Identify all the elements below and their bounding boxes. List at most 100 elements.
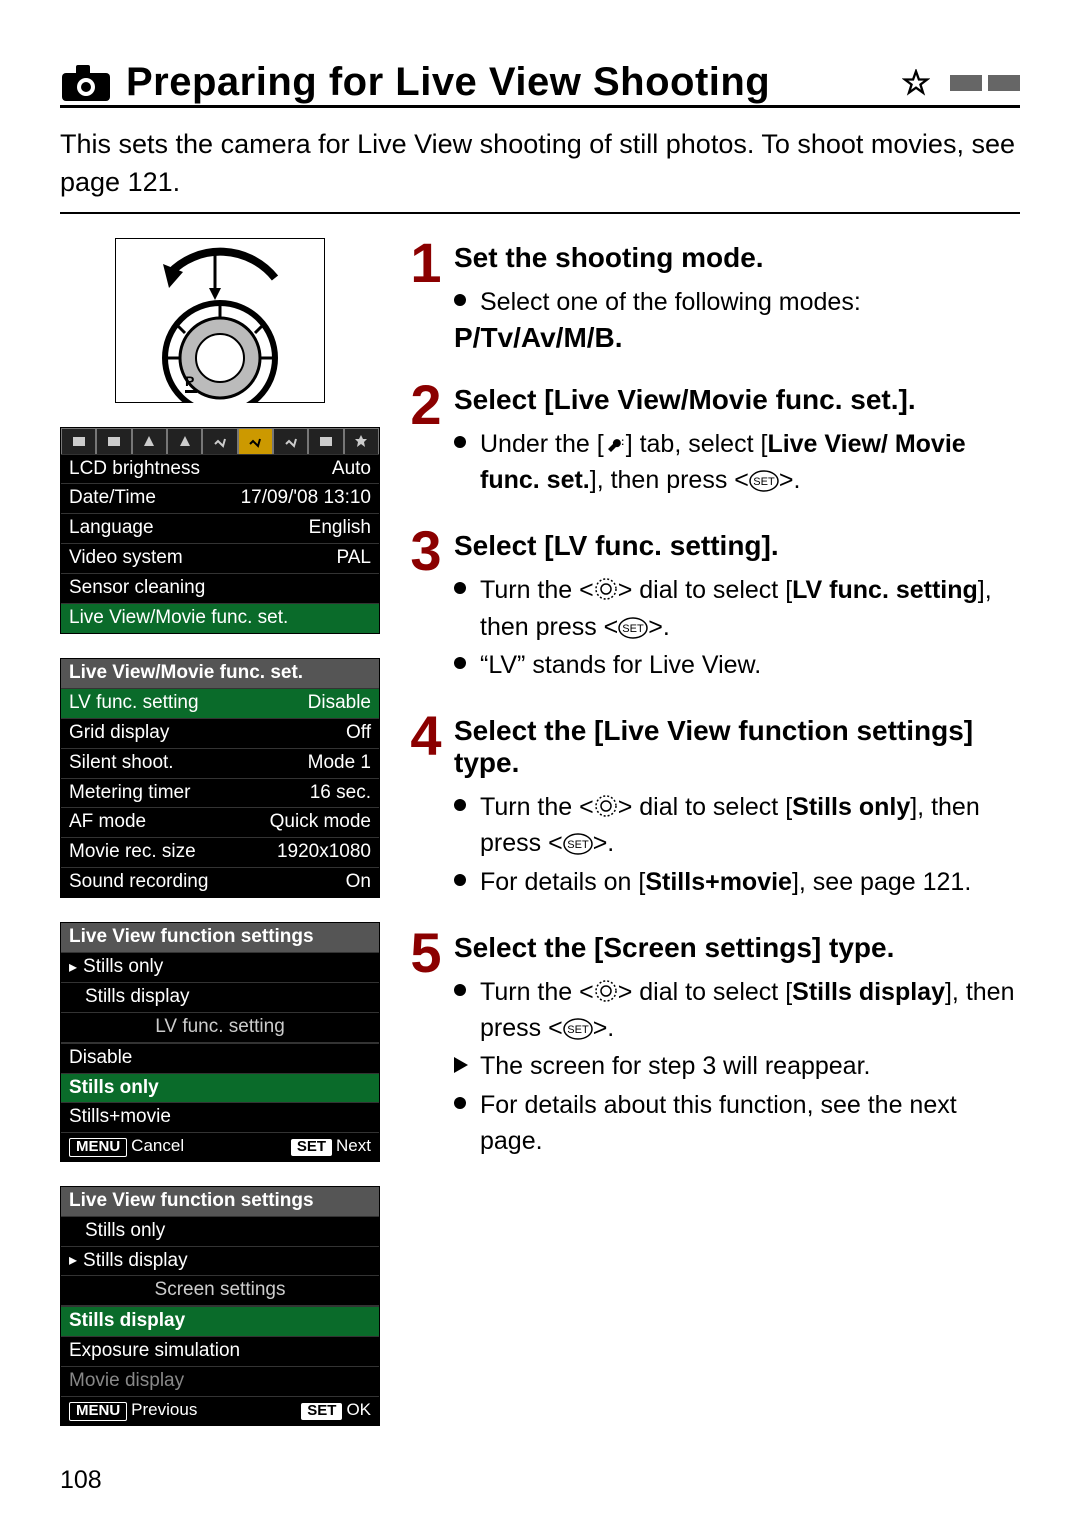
menu-footer-left: Cancel bbox=[131, 1136, 184, 1155]
menu-tab bbox=[132, 428, 167, 454]
pointer-icon: ▸ bbox=[69, 1252, 77, 1270]
menu-option-label: Stills only bbox=[69, 1078, 159, 1099]
menu-row-value: English bbox=[309, 518, 371, 539]
instruction-step: 1Set the shooting mode.Select one of the… bbox=[406, 238, 1020, 354]
bullet-icon bbox=[454, 1097, 466, 1109]
menu-row-label: Date/Time bbox=[69, 488, 156, 509]
menu-footer-right: OK bbox=[346, 1400, 371, 1419]
menu-row: Sensor cleaning bbox=[61, 573, 379, 603]
shooting-modes: P/Tv/Av/M/B. bbox=[454, 322, 1020, 354]
menu-row-value: On bbox=[346, 872, 371, 893]
step-bullet: Turn the <> dial to select [LV func. set… bbox=[454, 572, 1020, 645]
step-heading: Select [LV func. setting]. bbox=[454, 530, 1020, 562]
menu-row-value: Off bbox=[346, 723, 371, 744]
step-bullet: The screen for step 3 will reappear. bbox=[454, 1048, 1020, 1084]
bullet-icon bbox=[454, 799, 466, 811]
menu-option: Stills display bbox=[61, 1306, 379, 1336]
menu-option: Exposure simulation bbox=[61, 1336, 379, 1366]
menu-tab bbox=[273, 428, 308, 454]
step-number: 2 bbox=[406, 380, 446, 501]
menu-row: Video systemPAL bbox=[61, 543, 379, 573]
menu-row-label: LCD brightness bbox=[69, 459, 200, 480]
menu-footer: MENUPrevious SETOK bbox=[61, 1396, 379, 1425]
menu-row-value: 1920x1080 bbox=[277, 842, 371, 863]
step-number: 5 bbox=[406, 928, 446, 1161]
step-bullet: For details about this function, see the… bbox=[454, 1087, 1020, 1160]
lvfunc-menu-screenshot: Live View/Movie func. set. LV func. sett… bbox=[60, 658, 380, 898]
menu-row-label: Metering timer bbox=[69, 783, 190, 804]
quick-control-dial-icon bbox=[594, 577, 618, 601]
menu-row-value: Mode 1 bbox=[308, 753, 371, 774]
menu-subhead: LV func. setting bbox=[61, 1012, 379, 1043]
pointer-icon: ▸ bbox=[69, 959, 77, 977]
menu-row-label: AF mode bbox=[69, 812, 146, 833]
page-title-row: Preparing for Live View Shooting bbox=[60, 60, 1020, 108]
menu-option: Movie display bbox=[61, 1366, 379, 1396]
step-bullet: “LV” stands for Live View. bbox=[454, 647, 1020, 683]
intro-text: This sets the camera for Live View shoot… bbox=[60, 126, 1020, 202]
bullet-icon bbox=[454, 582, 466, 594]
svg-text:SET: SET bbox=[567, 1024, 589, 1036]
menu-option-label: Stills display bbox=[83, 1251, 188, 1272]
step-bullet: For details on [Stills+movie], see page … bbox=[454, 864, 1020, 900]
menu-option-label: Movie display bbox=[69, 1371, 184, 1392]
step-bullet: Turn the <> dial to select [Stills displ… bbox=[454, 974, 1020, 1047]
menu-option: ▸ Stills only bbox=[61, 952, 379, 982]
svg-text:SET: SET bbox=[567, 839, 589, 851]
step-heading: Select the [Screen settings] type. bbox=[454, 932, 1020, 964]
bullet-icon bbox=[454, 294, 466, 306]
step-number: 3 bbox=[406, 526, 446, 685]
page-title: Preparing for Live View Shooting bbox=[126, 60, 888, 105]
bullet-icon bbox=[454, 874, 466, 886]
menu-row: Metering timer16 sec. bbox=[61, 778, 379, 808]
manual-page: Preparing for Live View Shooting This se… bbox=[0, 0, 1080, 1535]
menu-option-label: Stills only bbox=[83, 957, 163, 978]
menu-row: LV func. setting Disable bbox=[61, 688, 379, 718]
step-bullet: Turn the <> dial to select [Stills only]… bbox=[454, 789, 1020, 862]
menu-option: Stills+movie bbox=[61, 1102, 379, 1132]
bullet-icon bbox=[454, 657, 466, 669]
bullet-icon bbox=[454, 984, 466, 996]
menu-option: Stills only bbox=[61, 1216, 379, 1246]
set-button-icon: SET bbox=[749, 470, 779, 492]
set-button-icon: SET bbox=[563, 833, 593, 855]
set-button-icon: SET bbox=[563, 1018, 593, 1040]
star-icon bbox=[902, 69, 930, 97]
instruction-step: 4Select the [Live View function settings… bbox=[406, 711, 1020, 902]
menu-row-label: Silent shoot. bbox=[69, 753, 174, 774]
menu-row: LCD brightness Auto bbox=[61, 454, 379, 484]
menu-option: Disable bbox=[61, 1043, 379, 1073]
menu-row-value: Disable bbox=[308, 693, 371, 714]
menu-row-label: Grid display bbox=[69, 723, 169, 744]
menu-option: Stills only bbox=[61, 1073, 379, 1103]
svg-text:SET: SET bbox=[623, 623, 645, 635]
set-btn-label: SET bbox=[291, 1139, 332, 1156]
instruction-step: 5Select the [Screen settings] type. Turn … bbox=[406, 928, 1020, 1161]
menu-header: Live View/Movie func. set. bbox=[61, 659, 379, 688]
lvfs2-menu-screenshot: Live View function settings Stills only▸… bbox=[60, 1186, 380, 1426]
bullet-icon bbox=[454, 436, 466, 448]
menu-option-label: Disable bbox=[69, 1048, 132, 1069]
steps-column: 1Set the shooting mode.Select one of the… bbox=[406, 238, 1020, 1426]
menu-row-value: 17/09/'08 13:10 bbox=[241, 488, 371, 509]
menu-row: Grid display Off bbox=[61, 718, 379, 748]
menu-tab bbox=[344, 428, 379, 454]
menu-row-value: Auto bbox=[332, 459, 371, 480]
menu-row: Movie rec. size1920x1080 bbox=[61, 837, 379, 867]
menu-tab bbox=[61, 428, 96, 454]
menu-option-label: Exposure simulation bbox=[69, 1341, 240, 1362]
wrench-tab-icon: : bbox=[604, 435, 626, 455]
menu-tab-active bbox=[238, 428, 273, 454]
instruction-step: 2Select [Live View/Movie func. set.].Und… bbox=[406, 380, 1020, 501]
svg-text:P: P bbox=[185, 373, 194, 389]
heading-decoration bbox=[950, 75, 1020, 91]
menu-tab bbox=[96, 428, 131, 454]
menu-row: AF modeQuick mode bbox=[61, 807, 379, 837]
step-number: 1 bbox=[406, 238, 446, 354]
menu-btn-label: MENU bbox=[69, 1402, 127, 1421]
menu-row: Live View/Movie func. set. bbox=[61, 603, 379, 633]
quick-control-dial-icon bbox=[594, 979, 618, 1003]
menu-row-label: LV func. setting bbox=[69, 693, 199, 714]
menu-row-value: PAL bbox=[336, 548, 371, 569]
set-button-icon: SET bbox=[618, 617, 648, 639]
